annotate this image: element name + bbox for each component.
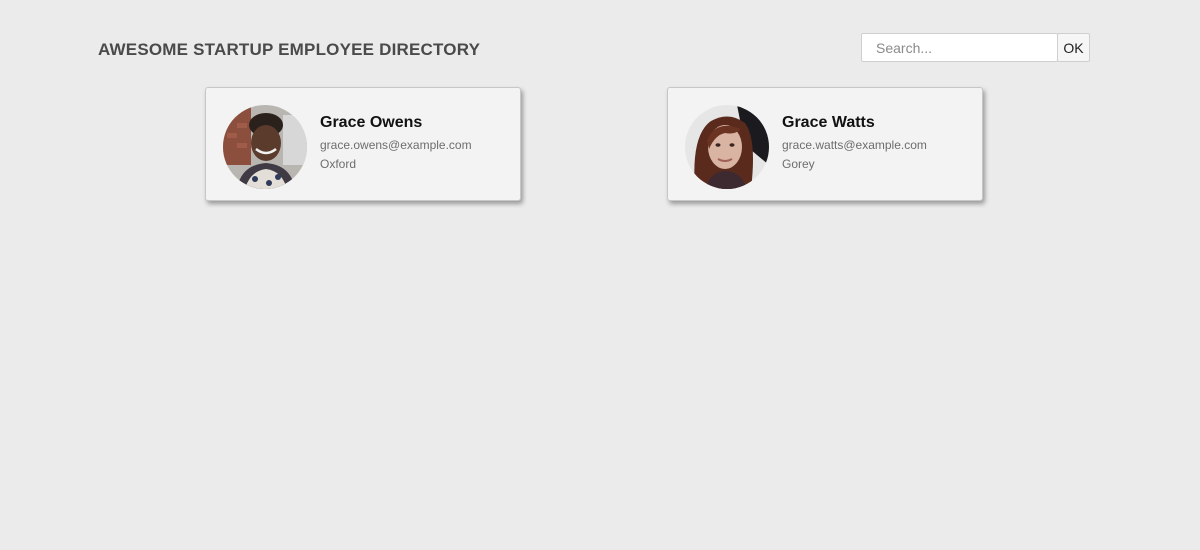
employee-email: grace.owens@example.com (320, 138, 472, 152)
employee-name: Grace Owens (320, 114, 423, 131)
employee-card[interactable]: Grace Owens grace.owens@example.com Oxfo… (205, 87, 521, 201)
employee-email: grace.watts@example.com (782, 138, 927, 152)
user-photo-icon (685, 105, 769, 189)
avatar (223, 105, 307, 189)
employee-city: Oxford (320, 157, 357, 171)
avatar (685, 105, 769, 189)
employee-name: Grace Watts (782, 114, 875, 131)
search-form: OK (861, 33, 1090, 62)
search-submit-button[interactable]: OK (1057, 33, 1090, 62)
page-title: AWESOME STARTUP EMPLOYEE DIRECTORY (98, 40, 481, 59)
employee-city: Gorey (782, 157, 815, 171)
search-input[interactable] (861, 33, 1058, 62)
user-photo-icon (223, 105, 307, 189)
employee-card[interactable]: Grace Watts grace.watts@example.com Gore… (667, 87, 983, 201)
